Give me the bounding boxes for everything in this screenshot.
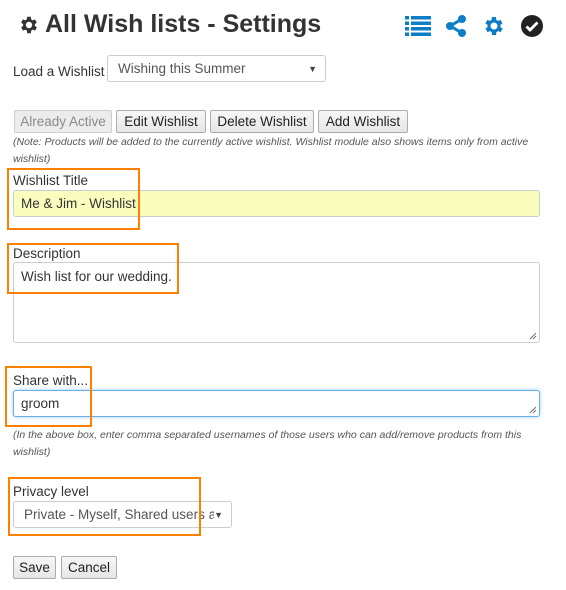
privacy-level-select[interactable]: Private - Myself, Shared users a ▼ [13,501,232,528]
list-icon[interactable] [405,13,431,39]
save-button[interactable]: Save [13,556,56,579]
page-title-text: All Wish lists - Settings [45,10,322,38]
toolbar [405,13,545,39]
resize-handle-icon[interactable] [529,406,537,414]
dropdown-arrow-icon: ▼ [308,63,317,74]
add-wishlist-button[interactable]: Add Wishlist [318,110,408,133]
wishlist-title-input[interactable]: Me & Jim - Wishlist [13,190,540,217]
load-wishlist-selected: Wishing this Summer [118,61,246,76]
load-wishlist-select[interactable]: Wishing this Summer ▼ [107,55,326,82]
already-active-button[interactable]: Already Active [14,110,112,133]
edit-wishlist-button[interactable]: Edit Wishlist [116,110,206,133]
gear-icon[interactable] [481,13,507,39]
active-wishlist-note: (Note: Products will be added to the cur… [13,136,529,165]
share-with-note: (In the above box, enter comma separated… [13,429,522,458]
cancel-button[interactable]: Cancel [61,556,117,579]
description-textarea[interactable]: Wish list for our wedding. [13,262,540,343]
load-wishlist-label: Load a Wishlist [13,64,105,79]
check-circle-icon[interactable] [519,13,545,39]
dropdown-arrow-icon: ▼ [214,509,223,520]
resize-handle-icon[interactable] [529,332,537,340]
description-text: Wish list for our wedding. [21,269,172,284]
share-icon[interactable] [443,13,469,39]
gear-icon [21,16,37,33]
share-with-textarea[interactable]: groom [13,390,540,417]
delete-wishlist-button[interactable]: Delete Wishlist [210,110,314,133]
privacy-level-label: Privacy level [13,484,89,499]
page-title: All Wish lists - Settings [18,10,321,39]
share-with-label: Share with... [13,373,89,388]
wishlist-title-label: Wishlist Title [13,173,89,188]
description-label: Description [13,246,81,261]
privacy-level-selected: Private - Myself, Shared users a [24,507,214,522]
share-with-text: groom [21,396,60,411]
